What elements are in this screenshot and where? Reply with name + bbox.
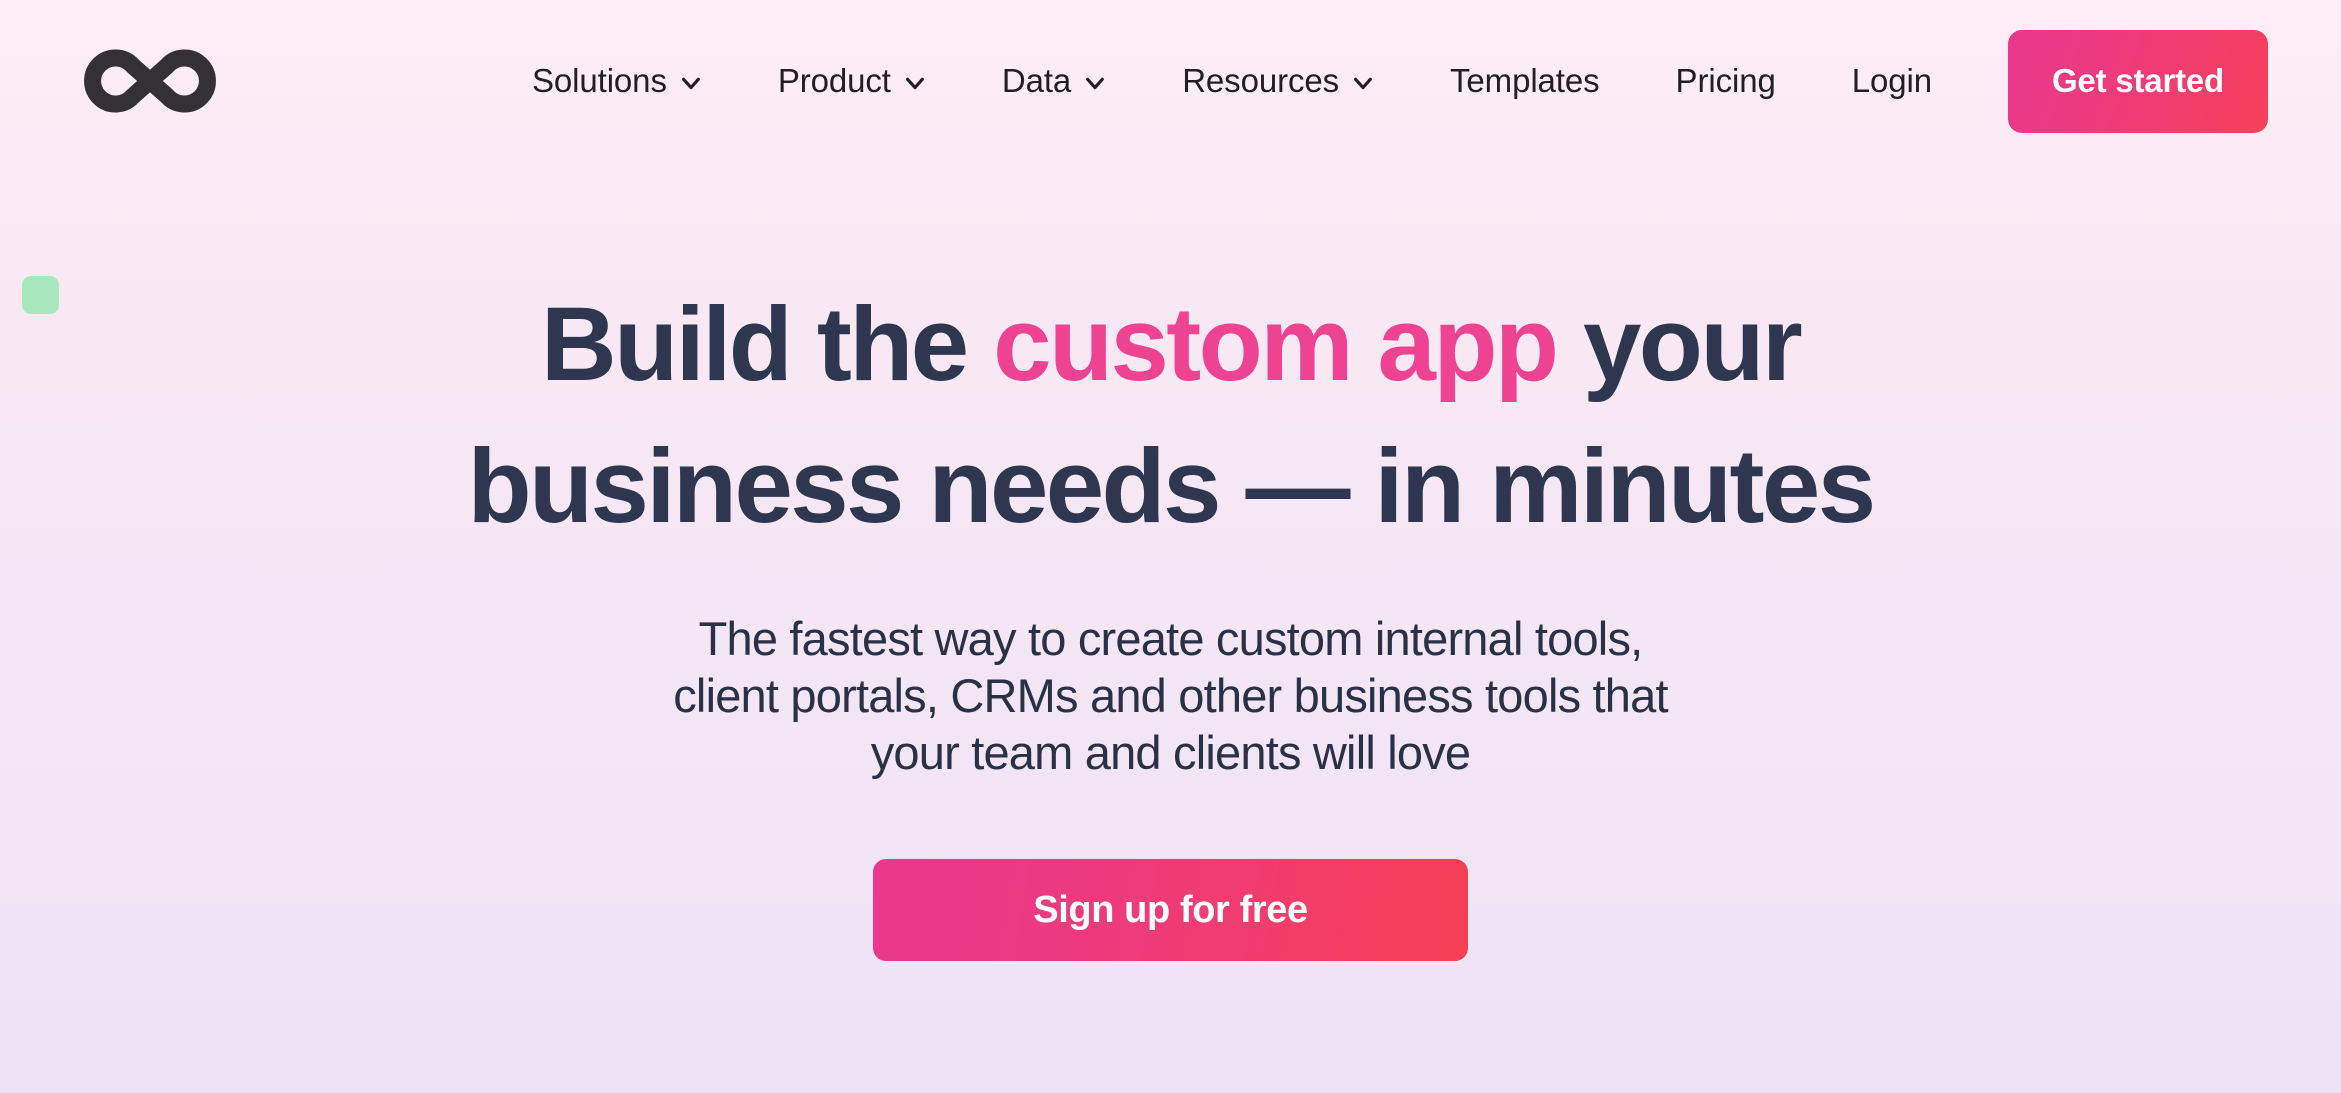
nav-item-templates[interactable]: Templates (1412, 52, 1638, 110)
get-started-button[interactable]: Get started (2007, 29, 2268, 133)
primary-navigation: Solutions Product Data Resources Templat… (227, 29, 2268, 133)
hero-subtitle-line: The fastest way to create custom interna… (698, 612, 1644, 665)
nav-item-label: Product (777, 62, 891, 99)
nav-item-label: Pricing (1675, 62, 1776, 99)
site-header: Solutions Product Data Resources Templat… (0, 0, 2341, 162)
chevron-down-icon (1086, 77, 1105, 90)
hero-cta-container: Sign up for free (0, 859, 2341, 961)
hero-subtitle-line: your team and clients will love (870, 726, 1471, 779)
hero-section: Build the custom app your business needs… (0, 162, 2341, 961)
nav-item-data[interactable]: Data (964, 52, 1144, 110)
logo-link[interactable] (73, 43, 227, 119)
hero-title-line-1: Build the custom app your (540, 286, 1803, 403)
nav-item-resources[interactable]: Resources (1144, 52, 1412, 110)
hero-title-accent: custom app (993, 286, 1559, 403)
nav-item-solutions[interactable]: Solutions (494, 52, 740, 110)
nav-item-label: Resources (1182, 62, 1340, 99)
hero-subtitle-line: client portals, CRMs and other business … (673, 669, 1668, 722)
nav-item-pricing[interactable]: Pricing (1638, 52, 1814, 110)
nav-list: Solutions Product Data Resources Templat… (494, 52, 1970, 110)
nav-item-label: Templates (1450, 62, 1600, 99)
chevron-down-icon (681, 77, 700, 90)
infinity-loop-logo (84, 49, 216, 113)
nav-item-label: Login (1851, 62, 1932, 99)
page-title: Build the custom app your business needs… (0, 274, 2341, 558)
nav-item-label: Data (1001, 62, 1072, 99)
nav-item-login[interactable]: Login (1814, 52, 1970, 110)
hero-title-line-2: business needs — in minutes (467, 428, 1876, 545)
hero-title-text-after: your (1556, 286, 1803, 403)
hero-subtitle: The fastest way to create custom interna… (0, 610, 2341, 781)
chevron-down-icon (905, 77, 924, 90)
nav-item-product[interactable]: Product (740, 52, 964, 110)
nav-item-label: Solutions (531, 62, 667, 99)
sign-up-for-free-button[interactable]: Sign up for free (873, 859, 1468, 961)
chevron-down-icon (1354, 77, 1372, 90)
hero-title-text-before: Build the (540, 286, 994, 403)
